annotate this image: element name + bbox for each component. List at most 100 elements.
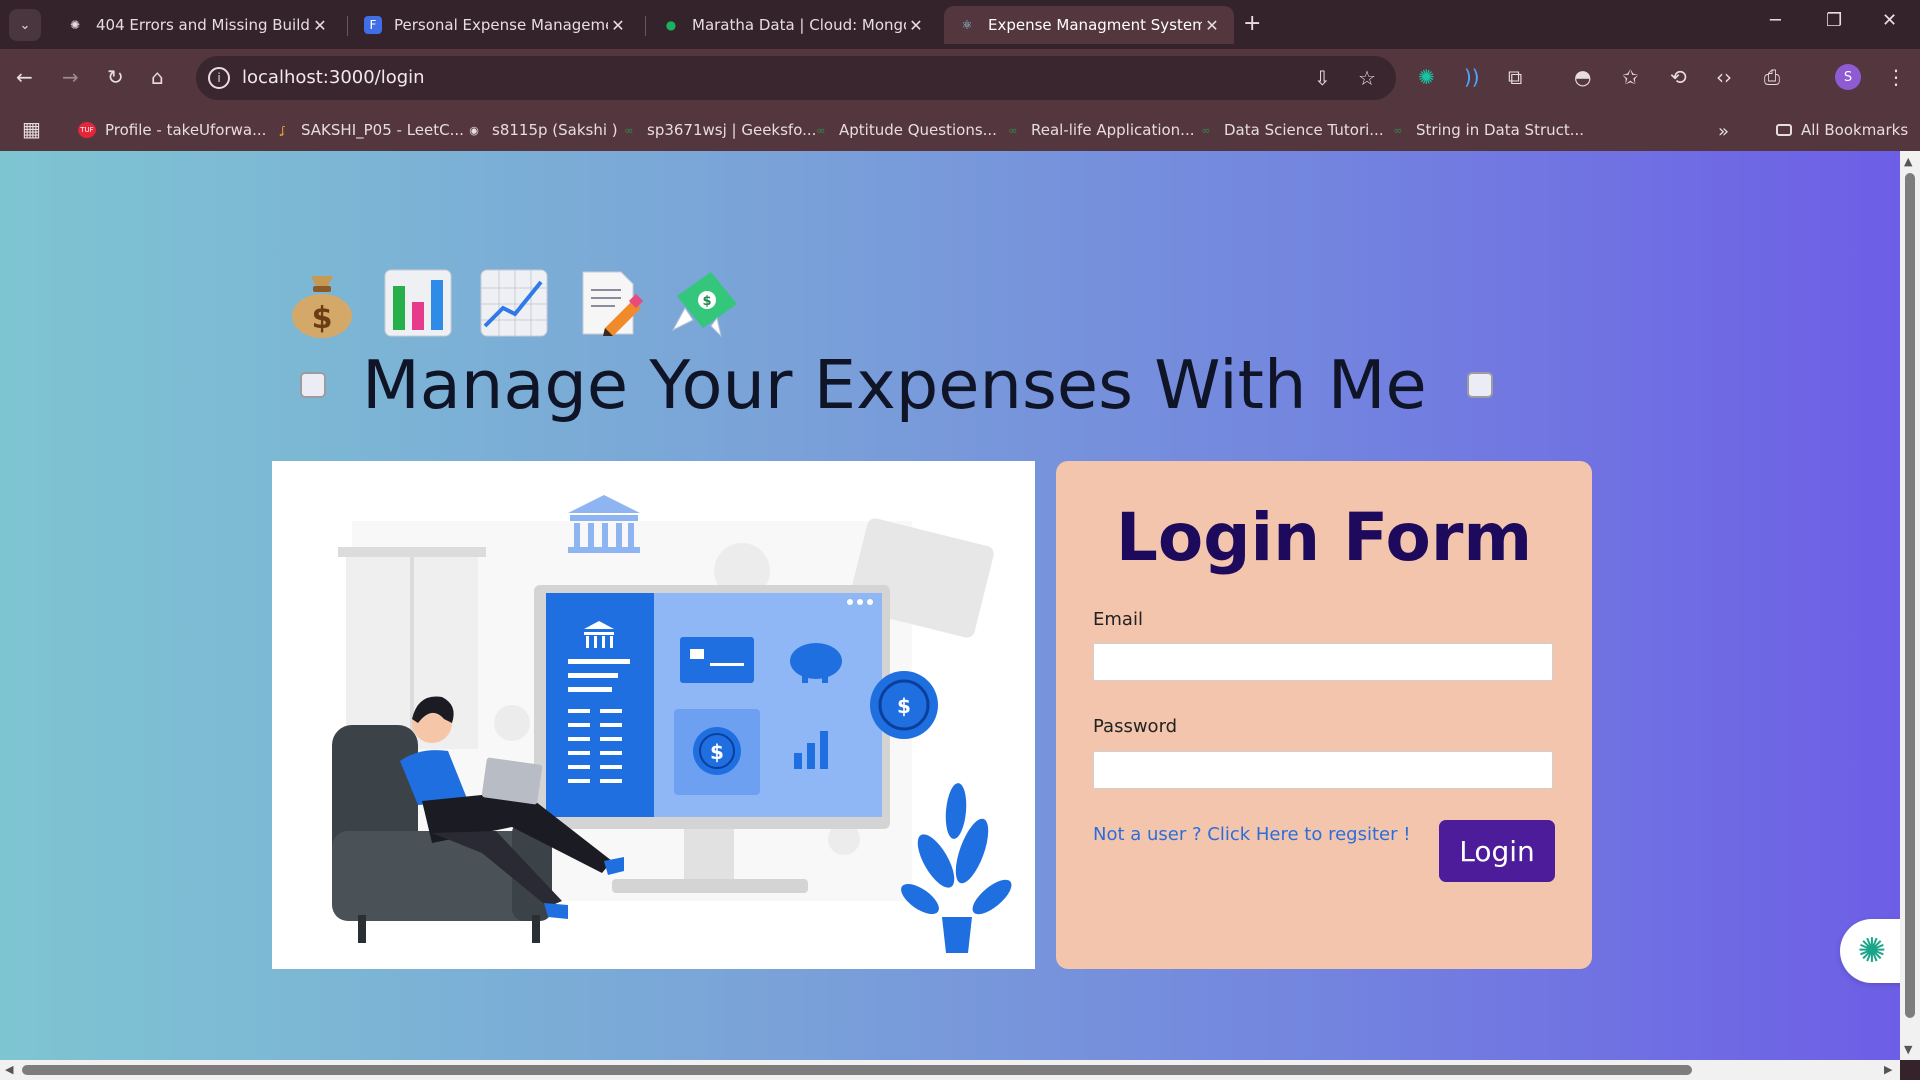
scroll-up-arrow-icon[interactable]: ▲ xyxy=(1904,155,1912,168)
horizontal-scrollbar[interactable]: ◀ ▶ xyxy=(0,1060,1900,1080)
password-label: Password xyxy=(1093,716,1178,737)
login-button[interactable]: Login xyxy=(1439,820,1555,882)
horizontal-scroll-thumb[interactable] xyxy=(22,1065,1692,1075)
install-app-icon[interactable]: ⇩ xyxy=(1314,66,1331,90)
tab-404-errors[interactable]: ✺ 404 Errors and Missing Build ✕ xyxy=(52,6,342,44)
all-bookmarks-folder[interactable]: All Bookmarks xyxy=(1776,121,1908,139)
restore-icon[interactable]: ❐ xyxy=(1826,10,1842,31)
minimize-icon[interactable]: ─ xyxy=(1770,10,1781,31)
github-icon: ◉ xyxy=(469,123,479,137)
vertical-scrollbar[interactable]: ▲ ▼ xyxy=(1900,151,1920,1060)
page-title: Manage Your Expenses With Me xyxy=(362,346,1427,424)
new-tab-button[interactable]: + xyxy=(1243,11,1261,36)
bookmark-label: Data Science Tutori... xyxy=(1224,121,1384,139)
scroll-left-arrow-icon[interactable]: ◀ xyxy=(5,1063,13,1076)
more-bookmarks-chevron-icon[interactable]: » xyxy=(1718,121,1729,142)
forms-icon: F xyxy=(364,16,382,34)
close-icon[interactable]: ✕ xyxy=(310,16,330,35)
home-icon[interactable]: ⌂ xyxy=(151,65,164,89)
bookmark-item[interactable]: ◉ s8115p (Sakshi ) xyxy=(465,121,618,139)
checkbox-square-left[interactable] xyxy=(300,372,326,398)
bookmarks-star-icon[interactable]: ✩ xyxy=(1622,65,1639,89)
vertical-scroll-thumb[interactable] xyxy=(1905,173,1915,1018)
scroll-right-arrow-icon[interactable]: ▶ xyxy=(1884,1063,1892,1076)
finance-illustration: $ $ xyxy=(332,495,1012,953)
bookmark-item[interactable]: TUF Profile - takeUforwa... xyxy=(78,121,266,139)
svg-text:$: $ xyxy=(702,294,711,309)
openai-icon: ✺ xyxy=(69,18,81,32)
gfg-icon: ∞ xyxy=(1008,123,1018,137)
scroll-down-arrow-icon[interactable]: ▼ xyxy=(1904,1043,1912,1056)
bookmark-label: sp3671wsj | Geeksfo... xyxy=(647,121,817,139)
bookmark-item[interactable]: ∞ Data Science Tutori... xyxy=(1197,121,1384,139)
login-form-heading: Login Form xyxy=(1115,499,1533,576)
svg-text:$: $ xyxy=(710,740,724,764)
react-icon: ⚛ xyxy=(961,18,973,32)
svg-text:$: $ xyxy=(312,301,333,336)
leetcode-icon: ʆ xyxy=(281,123,285,137)
close-icon[interactable]: ✕ xyxy=(906,16,926,35)
register-link[interactable]: Not a user ? Click Here to regsiter ! xyxy=(1093,824,1410,845)
tab-title: Personal Expense Management xyxy=(394,16,608,34)
menu-kebab-icon[interactable]: ⋮ xyxy=(1886,65,1906,89)
tab-mongodb[interactable]: ● Maratha Data | Cloud: MongoD ✕ xyxy=(648,6,938,44)
bookmark-item[interactable]: ∞ sp3671wsj | Geeksfo... xyxy=(620,121,816,139)
reload-icon[interactable]: ↻ xyxy=(107,65,124,89)
openai-icon: ✺ xyxy=(1857,931,1887,971)
browser-toolbar: ← → ↻ ⌂ i localhost:3000/login ⇩ ☆ ✺ )) … xyxy=(0,49,1920,109)
chatgpt-floating-button[interactable]: ✺ xyxy=(1840,919,1900,983)
apps-grid-icon[interactable]: ▦ xyxy=(22,117,41,141)
money-with-wings-icon: $ xyxy=(669,266,743,340)
history-icon[interactable]: ⟲ xyxy=(1670,65,1687,89)
address-bar[interactable]: i localhost:3000/login ⇩ ☆ xyxy=(196,56,1396,100)
forward-arrow-icon[interactable]: → xyxy=(62,65,79,89)
tab-personal-expense[interactable]: F Personal Expense Management ✕ xyxy=(350,6,640,44)
chevron-down-icon: ⌄ xyxy=(19,17,31,33)
password-field[interactable] xyxy=(1093,751,1553,789)
print-icon[interactable]: ⎙ xyxy=(1764,65,1780,89)
chart-increasing-icon xyxy=(477,266,551,340)
gfg-icon: ∞ xyxy=(624,123,634,137)
extensions-puzzle-icon[interactable]: ⧉ xyxy=(1508,65,1522,89)
site-info-icon[interactable]: i xyxy=(208,67,230,89)
window-close-icon[interactable]: ✕ xyxy=(1882,10,1897,31)
profile-avatar[interactable]: S xyxy=(1835,64,1861,90)
gfg-icon: ∞ xyxy=(1201,123,1211,137)
tab-title: Maratha Data | Cloud: MongoD xyxy=(692,16,906,34)
close-icon[interactable]: ✕ xyxy=(608,16,628,35)
bookmark-item[interactable]: ʆ SAKSHI_P05 - LeetC... xyxy=(274,121,464,139)
tab-divider xyxy=(645,16,646,36)
bookmark-item[interactable]: ∞ Real-life Application... xyxy=(1004,121,1194,139)
tab-title: 404 Errors and Missing Build xyxy=(96,16,310,34)
illustration-card: $ $ xyxy=(272,461,1035,969)
svg-text:$: $ xyxy=(897,694,911,718)
bookmark-item[interactable]: ∞ String in Data Struct... xyxy=(1389,121,1584,139)
login-form-card: Login Form Email Password Not a user ? C… xyxy=(1056,461,1592,969)
url-text[interactable]: localhost:3000/login xyxy=(242,67,425,88)
bar-chart-icon xyxy=(381,266,455,340)
memo-icon xyxy=(573,266,647,340)
checkbox-square-right[interactable] xyxy=(1466,372,1493,398)
bookmark-label: SAKSHI_P05 - LeetC... xyxy=(301,121,464,139)
devtools-code-icon[interactable]: ‹› xyxy=(1716,65,1732,89)
email-field[interactable] xyxy=(1093,643,1553,681)
bookmark-item[interactable]: ∞ Aptitude Questions... xyxy=(812,121,997,139)
tab-divider xyxy=(347,16,348,36)
mongodb-leaf-icon: ● xyxy=(665,18,677,32)
chatgpt-extension-icon[interactable]: ✺ xyxy=(1418,65,1435,89)
tab-search-button[interactable]: ⌄ xyxy=(9,9,41,41)
tuf-icon: TUF xyxy=(78,122,96,138)
incognito-icon[interactable]: ◓ xyxy=(1574,65,1591,89)
gfg-icon: ∞ xyxy=(1393,123,1403,137)
email-label: Email xyxy=(1093,609,1143,630)
page-viewport: $ $ Manage Your Expenses With Me $ $ Log… xyxy=(0,151,1900,1060)
all-bookmarks-label: All Bookmarks xyxy=(1801,121,1909,139)
read-aloud-extension-icon[interactable]: )) xyxy=(1464,65,1480,89)
bookmark-label: s8115p (Sakshi ) xyxy=(492,121,618,139)
tab-expense-managment[interactable]: ⚛ Expense Managment System ✕ xyxy=(944,6,1234,44)
bookmark-label: String in Data Struct... xyxy=(1416,121,1585,139)
close-icon[interactable]: ✕ xyxy=(1202,16,1222,35)
bookmark-label: Real-life Application... xyxy=(1031,121,1195,139)
bookmark-star-icon[interactable]: ☆ xyxy=(1358,66,1376,90)
back-arrow-icon[interactable]: ← xyxy=(16,65,33,89)
